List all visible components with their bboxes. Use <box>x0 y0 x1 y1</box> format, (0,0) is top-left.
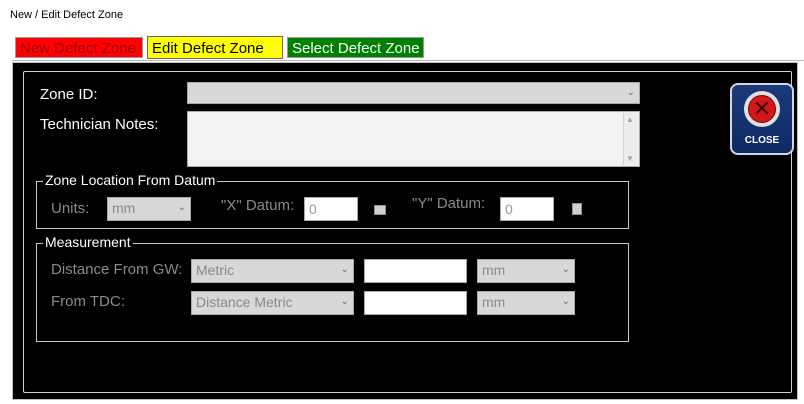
distance-from-gw-type-select[interactable]: Metric ⌄ <box>191 259 354 283</box>
y-datum-value: 0 <box>505 201 513 217</box>
chevron-down-icon: ⌄ <box>561 296 570 307</box>
x-datum-input[interactable]: 0 <box>304 197 358 221</box>
y-datum-checkbox[interactable] <box>572 203 582 215</box>
form-frame: Zone ID: ⌄ Technician Notes: ▲ ▼ Zone Lo… <box>23 71 794 393</box>
measurement-legend: Measurement <box>43 234 133 250</box>
from-tdc-type-value: Distance Metric <box>196 294 293 310</box>
tab-select-defect-zone[interactable]: Select Defect Zone <box>287 37 424 58</box>
y-datum-input[interactable]: 0 <box>500 197 554 221</box>
scroll-up-icon[interactable]: ▲ <box>626 115 634 124</box>
tab-strip: New Defect Zone Edit Defect Zone Select … <box>12 36 804 61</box>
distance-from-gw-label: Distance From GW: <box>51 261 183 278</box>
x-datum-value: 0 <box>309 201 317 217</box>
x-datum-checkbox[interactable] <box>374 205 386 215</box>
window-title: New / Edit Defect Zone <box>10 9 124 21</box>
tab-edit-defect-zone[interactable]: Edit Defect Zone <box>147 36 283 59</box>
zone-location-group: Zone Location From Datum Units: mm ⌄ "X"… <box>36 172 629 229</box>
technician-notes-field[interactable]: ▲ ▼ <box>187 111 640 167</box>
from-tdc-unit-value: mm <box>482 294 506 310</box>
title-bar: New / Edit Defect Zone <box>0 0 804 32</box>
notes-scrollbar[interactable]: ▲ ▼ <box>623 113 638 165</box>
units-label: Units: <box>51 200 90 217</box>
distance-from-gw-unit-value: mm <box>482 262 506 278</box>
chevron-down-icon: ⌄ <box>626 87 635 98</box>
distance-from-gw-unit-select[interactable]: mm ⌄ <box>477 259 575 283</box>
close-icon: ✕ <box>744 91 780 127</box>
measurement-group: Measurement Distance From GW: Metric ⌄ m… <box>36 234 629 342</box>
close-button[interactable]: ✕ CLOSE <box>730 83 794 155</box>
close-button-label: CLOSE <box>744 135 780 146</box>
from-tdc-input[interactable] <box>364 291 467 315</box>
zone-id-select[interactable]: ⌄ <box>187 82 640 104</box>
chevron-down-icon: ⌄ <box>561 264 570 275</box>
zone-location-legend: Zone Location From Datum <box>43 172 218 188</box>
y-datum-label: "Y" Datum: <box>412 195 486 212</box>
from-tdc-type-select[interactable]: Distance Metric ⌄ <box>191 291 354 315</box>
units-select[interactable]: mm ⌄ <box>107 197 191 221</box>
technician-notes-label: Technician Notes: <box>40 116 159 133</box>
from-tdc-unit-select[interactable]: mm ⌄ <box>477 291 575 315</box>
chevron-down-icon: ⌄ <box>340 296 349 307</box>
chevron-down-icon: ⌄ <box>340 264 349 275</box>
edit-zone-panel: Zone ID: ⌄ Technician Notes: ▲ ▼ Zone Lo… <box>12 62 798 400</box>
zone-id-label: Zone ID: <box>40 86 98 103</box>
scroll-down-icon[interactable]: ▼ <box>626 154 634 163</box>
units-value: mm <box>112 200 136 216</box>
chevron-down-icon: ⌄ <box>177 202 186 213</box>
x-datum-label: "X" Datum: <box>221 197 295 214</box>
distance-from-gw-input[interactable] <box>364 259 467 283</box>
tab-new-defect-zone[interactable]: New Defect Zone <box>15 37 143 58</box>
from-tdc-label: From TDC: <box>51 293 125 310</box>
distance-from-gw-type-value: Metric <box>196 262 235 278</box>
